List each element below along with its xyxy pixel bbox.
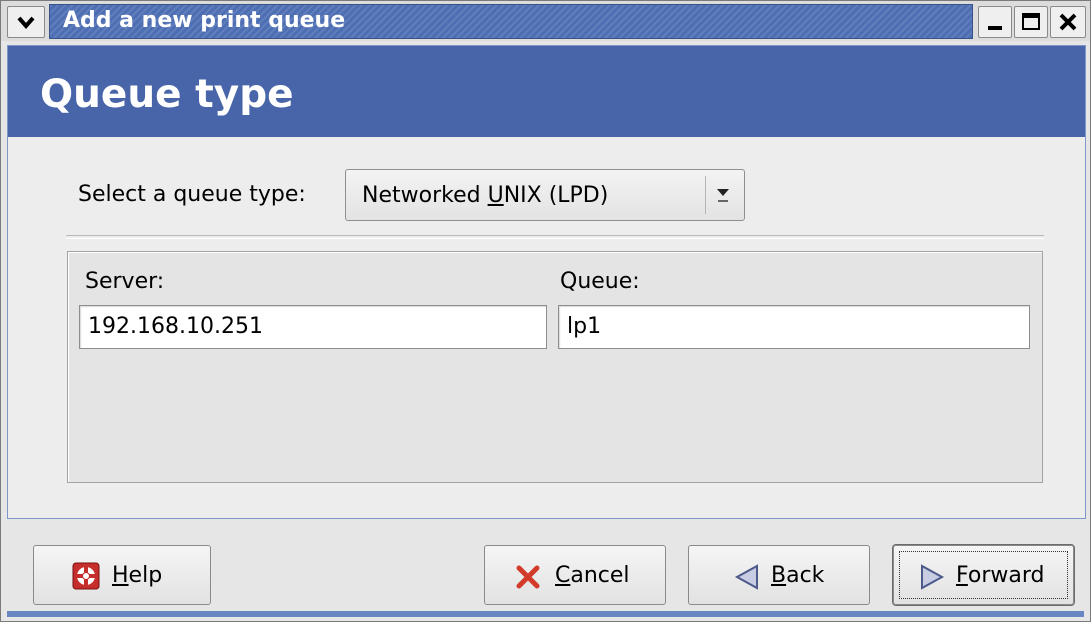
queue-label: Queue: bbox=[560, 269, 640, 294]
header-band: Queue type bbox=[8, 46, 1085, 137]
forward-label: Forward bbox=[956, 563, 1045, 588]
close-icon bbox=[1059, 13, 1077, 31]
maximize-icon bbox=[1022, 13, 1040, 30]
queue-input[interactable]: lp1 bbox=[558, 305, 1030, 349]
minimize-icon bbox=[988, 26, 1002, 30]
cancel-button[interactable]: Cancel bbox=[484, 545, 666, 605]
server-label: Server: bbox=[85, 269, 165, 294]
back-button[interactable]: Back bbox=[688, 545, 870, 605]
cancel-label: Cancel bbox=[555, 563, 630, 588]
content-panel: Queue type Select a queue type: Networke… bbox=[7, 45, 1086, 519]
chevron-down-icon bbox=[17, 16, 35, 30]
x-icon bbox=[516, 565, 540, 589]
print-queue-window: Add a new print queue Queue type Select … bbox=[0, 0, 1091, 622]
lpd-settings-group: Server: 192.168.10.251 Queue: lp1 bbox=[67, 251, 1043, 483]
window-menu-button[interactable] bbox=[7, 6, 45, 38]
back-label: Back bbox=[771, 563, 825, 588]
dropdown-arrow-icon bbox=[717, 189, 729, 202]
server-input[interactable]: 192.168.10.251 bbox=[79, 305, 547, 349]
help-label: Help bbox=[112, 563, 163, 588]
forward-button[interactable]: Forward bbox=[893, 545, 1074, 605]
window-title: Add a new print queue bbox=[63, 8, 346, 33]
queue-type-select[interactable]: Networked UNIX (LPD) bbox=[345, 169, 745, 221]
minimize-button[interactable] bbox=[978, 6, 1012, 38]
bottom-strip bbox=[7, 611, 1084, 617]
queue-type-label: Select a queue type: bbox=[78, 182, 306, 207]
help-button[interactable]: Help bbox=[33, 545, 211, 605]
close-button[interactable] bbox=[1050, 6, 1086, 38]
page-title: Queue type bbox=[40, 72, 294, 117]
title-bar: Add a new print queue bbox=[1, 1, 1090, 41]
select-separator bbox=[705, 176, 706, 214]
right-arrow-icon bbox=[921, 564, 945, 590]
separator bbox=[66, 235, 1044, 239]
left-arrow-icon bbox=[734, 564, 758, 590]
maximize-button[interactable] bbox=[1014, 6, 1048, 38]
lifebuoy-icon bbox=[72, 562, 100, 590]
queue-type-value: Networked UNIX (LPD) bbox=[362, 183, 609, 208]
